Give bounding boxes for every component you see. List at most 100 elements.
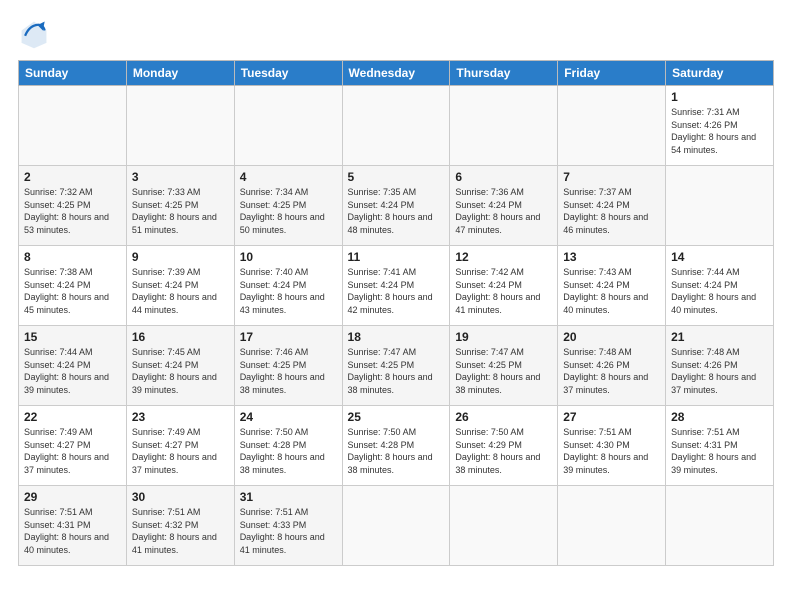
day-number: 12 <box>455 250 552 264</box>
calendar-cell: 14 Sunrise: 7:44 AMSunset: 4:24 PMDayligh… <box>666 246 774 326</box>
calendar-cell: 5Sunrise: 7:35 AMSunset: 4:24 PMDaylight… <box>342 166 450 246</box>
calendar-cell: 8 Sunrise: 7:38 AMSunset: 4:24 PMDaylight… <box>19 246 127 326</box>
empty-cell <box>126 86 234 166</box>
calendar-cell: 24 Sunrise: 7:50 AMSunset: 4:28 PMDayligh… <box>234 406 342 486</box>
day-info: Sunrise: 7:43 AMSunset: 4:24 PMDaylight:… <box>563 266 660 316</box>
day-number: 31 <box>240 490 337 504</box>
day-number: 26 <box>455 410 552 424</box>
calendar-cell: 28 Sunrise: 7:51 AMSunset: 4:31 PMDayligh… <box>666 406 774 486</box>
day-number: 16 <box>132 330 229 344</box>
calendar-day-header: Saturday <box>666 61 774 86</box>
day-number: 24 <box>240 410 337 424</box>
day-number: 4 <box>240 170 337 184</box>
empty-cell <box>666 486 774 566</box>
day-info: Sunrise: 7:51 AMSunset: 4:32 PMDaylight:… <box>132 506 229 556</box>
calendar-cell: 18Sunrise: 7:47 AMSunset: 4:25 PMDayligh… <box>342 326 450 406</box>
calendar-cell: 21 Sunrise: 7:48 AMSunset: 4:26 PMDayligh… <box>666 326 774 406</box>
calendar-day-header: Tuesday <box>234 61 342 86</box>
calendar-cell: 6Sunrise: 7:36 AMSunset: 4:24 PMDaylight… <box>450 166 558 246</box>
day-number: 14 <box>671 250 768 264</box>
calendar-day-header: Sunday <box>19 61 127 86</box>
calendar-cell: 11Sunrise: 7:41 AMSunset: 4:24 PMDayligh… <box>342 246 450 326</box>
day-number: 29 <box>24 490 121 504</box>
calendar-cell: 25Sunrise: 7:50 AMSunset: 4:28 PMDayligh… <box>342 406 450 486</box>
day-number: 22 <box>24 410 121 424</box>
day-info: Sunrise: 7:51 AMSunset: 4:31 PMDaylight:… <box>671 426 768 476</box>
empty-cell <box>450 86 558 166</box>
calendar-cell: 20 Sunrise: 7:48 AMSunset: 4:26 PMDayligh… <box>558 326 666 406</box>
day-info: Sunrise: 7:48 AMSunset: 4:26 PMDaylight:… <box>563 346 660 396</box>
calendar-cell: 4 Sunrise: 7:34 AMSunset: 4:25 PMDaylight… <box>234 166 342 246</box>
day-info: Sunrise: 7:44 AMSunset: 4:24 PMDaylight:… <box>671 266 768 316</box>
day-info: Sunrise: 7:50 AMSunset: 4:28 PMDaylight:… <box>240 426 337 476</box>
day-number: 2 <box>24 170 121 184</box>
calendar-cell: 9 Sunrise: 7:39 AMSunset: 4:24 PMDaylight… <box>126 246 234 326</box>
calendar-day-header: Thursday <box>450 61 558 86</box>
logo-icon <box>18 18 50 50</box>
day-info: Sunrise: 7:48 AMSunset: 4:26 PMDaylight:… <box>671 346 768 396</box>
logo <box>18 18 56 50</box>
calendar-cell: 12Sunrise: 7:42 AMSunset: 4:24 PMDayligh… <box>450 246 558 326</box>
day-info: Sunrise: 7:44 AMSunset: 4:24 PMDaylight:… <box>24 346 121 396</box>
day-number: 23 <box>132 410 229 424</box>
day-number: 15 <box>24 330 121 344</box>
calendar-cell: 16 Sunrise: 7:45 AMSunset: 4:24 PMDayligh… <box>126 326 234 406</box>
day-info: Sunrise: 7:41 AMSunset: 4:24 PMDaylight:… <box>348 266 445 316</box>
day-number: 6 <box>455 170 552 184</box>
day-info: Sunrise: 7:47 AMSunset: 4:25 PMDaylight:… <box>455 346 552 396</box>
day-number: 17 <box>240 330 337 344</box>
day-number: 20 <box>563 330 660 344</box>
empty-cell <box>342 486 450 566</box>
day-info: Sunrise: 7:46 AMSunset: 4:25 PMDaylight:… <box>240 346 337 396</box>
calendar-cell: 13 Sunrise: 7:43 AMSunset: 4:24 PMDayligh… <box>558 246 666 326</box>
empty-cell <box>342 86 450 166</box>
calendar-cell: 15 Sunrise: 7:44 AMSunset: 4:24 PMDayligh… <box>19 326 127 406</box>
day-info: Sunrise: 7:35 AMSunset: 4:24 PMDaylight:… <box>348 186 445 236</box>
calendar-cell: 7Sunrise: 7:37 AMSunset: 4:24 PMDaylight… <box>558 166 666 246</box>
day-number: 21 <box>671 330 768 344</box>
calendar-day-header: Monday <box>126 61 234 86</box>
day-number: 30 <box>132 490 229 504</box>
day-info: Sunrise: 7:39 AMSunset: 4:24 PMDaylight:… <box>132 266 229 316</box>
day-number: 25 <box>348 410 445 424</box>
day-info: Sunrise: 7:38 AMSunset: 4:24 PMDaylight:… <box>24 266 121 316</box>
calendar-cell: 3Sunrise: 7:33 AMSunset: 4:25 PMDaylight… <box>126 166 234 246</box>
empty-cell <box>558 486 666 566</box>
calendar-cell: 22 Sunrise: 7:49 AMSunset: 4:27 PMDayligh… <box>19 406 127 486</box>
calendar-cell: 26 Sunrise: 7:50 AMSunset: 4:29 PMDayligh… <box>450 406 558 486</box>
empty-cell <box>558 86 666 166</box>
calendar-cell: 23 Sunrise: 7:49 AMSunset: 4:27 PMDayligh… <box>126 406 234 486</box>
calendar-cell: 1Sunrise: 7:31 AMSunset: 4:26 PMDaylight… <box>666 86 774 166</box>
day-info: Sunrise: 7:51 AMSunset: 4:31 PMDaylight:… <box>24 506 121 556</box>
calendar-cell: 10 Sunrise: 7:40 AMSunset: 4:24 PMDayligh… <box>234 246 342 326</box>
day-info: Sunrise: 7:49 AMSunset: 4:27 PMDaylight:… <box>24 426 121 476</box>
day-info: Sunrise: 7:37 AMSunset: 4:24 PMDaylight:… <box>563 186 660 236</box>
empty-cell <box>19 86 127 166</box>
day-info: Sunrise: 7:50 AMSunset: 4:29 PMDaylight:… <box>455 426 552 476</box>
calendar-cell: 19 Sunrise: 7:47 AMSunset: 4:25 PMDayligh… <box>450 326 558 406</box>
calendar-cell: 30 Sunrise: 7:51 AMSunset: 4:32 PMDayligh… <box>126 486 234 566</box>
day-number: 10 <box>240 250 337 264</box>
day-info: Sunrise: 7:51 AMSunset: 4:33 PMDaylight:… <box>240 506 337 556</box>
day-info: Sunrise: 7:31 AMSunset: 4:26 PMDaylight:… <box>671 106 768 156</box>
day-info: Sunrise: 7:40 AMSunset: 4:24 PMDaylight:… <box>240 266 337 316</box>
empty-cell <box>666 166 774 246</box>
day-info: Sunrise: 7:45 AMSunset: 4:24 PMDaylight:… <box>132 346 229 396</box>
day-info: Sunrise: 7:49 AMSunset: 4:27 PMDaylight:… <box>132 426 229 476</box>
calendar-page: SundayMondayTuesdayWednesdayThursdayFrid… <box>0 0 792 612</box>
calendar-cell: 29 Sunrise: 7:51 AMSunset: 4:31 PMDayligh… <box>19 486 127 566</box>
day-info: Sunrise: 7:34 AMSunset: 4:25 PMDaylight:… <box>240 186 337 236</box>
day-number: 13 <box>563 250 660 264</box>
calendar-cell: 17 Sunrise: 7:46 AMSunset: 4:25 PMDayligh… <box>234 326 342 406</box>
day-number: 28 <box>671 410 768 424</box>
header <box>18 18 774 50</box>
day-info: Sunrise: 7:32 AMSunset: 4:25 PMDaylight:… <box>24 186 121 236</box>
empty-cell <box>234 86 342 166</box>
calendar-table: SundayMondayTuesdayWednesdayThursdayFrid… <box>18 60 774 566</box>
empty-cell <box>450 486 558 566</box>
day-number: 3 <box>132 170 229 184</box>
day-number: 8 <box>24 250 121 264</box>
calendar-cell: 2 Sunrise: 7:32 AMSunset: 4:25 PMDaylight… <box>19 166 127 246</box>
day-number: 9 <box>132 250 229 264</box>
day-number: 19 <box>455 330 552 344</box>
